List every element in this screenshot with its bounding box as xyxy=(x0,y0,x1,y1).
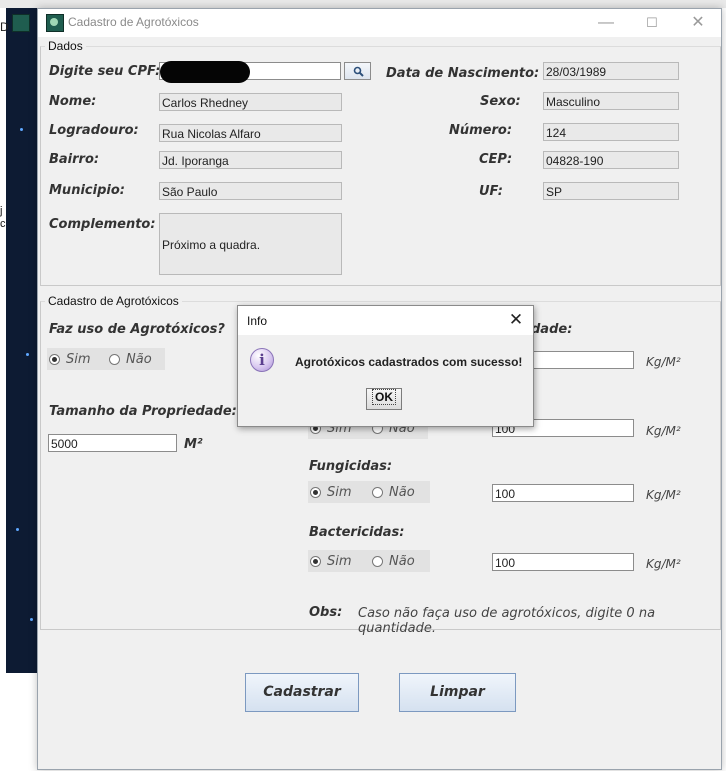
radio-label: Não xyxy=(389,484,415,500)
fungicidas-nao-radio[interactable]: Não xyxy=(372,481,415,503)
window-title: Cadastro de Agrotóxicos xyxy=(68,15,199,29)
cpf-label: Digite seu CPF: xyxy=(49,64,161,79)
dialog-close-button[interactable]: ✕ xyxy=(503,308,529,332)
faz-uso-label: Faz uso de Agrotóxicos? xyxy=(49,322,225,337)
background-window xyxy=(6,8,40,673)
maximize-button[interactable]: ☐ xyxy=(629,9,675,37)
obs-label: Obs: xyxy=(309,605,343,620)
agrotoxicos-legend: Cadastro de Agrotóxicos xyxy=(48,294,179,308)
background-title-letter: D xyxy=(0,20,9,34)
radio-unselected-icon xyxy=(372,555,383,567)
bactericidas-input[interactable]: 100 xyxy=(492,553,634,571)
numero-label: Número: xyxy=(449,123,513,138)
title-bar[interactable]: Cadastro de Agrotóxicos — ☐ ✕ xyxy=(38,9,721,37)
uf-label: UF: xyxy=(479,184,503,199)
logradouro-label: Logradouro: xyxy=(49,123,139,138)
ok-button[interactable]: OK xyxy=(366,388,402,410)
background-app-icon xyxy=(12,14,30,32)
radio-unselected-icon xyxy=(109,353,120,365)
nome-label: Nome: xyxy=(49,94,97,109)
logradouro-field[interactable]: Rua Nicolas Alfaro xyxy=(159,124,342,142)
faz-uso-nao-radio[interactable]: Não xyxy=(109,348,152,370)
dialog-title: Info xyxy=(247,314,268,328)
unit-label-1: Kg/M² xyxy=(646,355,681,369)
nascimento-label: Data de Nascimento: xyxy=(386,66,540,81)
app-icon xyxy=(46,14,64,32)
radio-selected-icon xyxy=(310,555,321,567)
faz-uso-sim-radio[interactable]: Sim xyxy=(49,348,91,370)
unit-label-2: Kg/M² xyxy=(646,424,681,438)
dados-legend: Dados xyxy=(48,39,83,53)
background-star xyxy=(30,618,33,621)
background-text-line: c xyxy=(0,218,6,230)
uf-field[interactable]: SP xyxy=(543,182,679,200)
radio-unselected-icon xyxy=(372,486,383,498)
cep-label: CEP: xyxy=(479,152,513,167)
background-star xyxy=(16,528,19,531)
bairro-label: Bairro: xyxy=(49,152,100,167)
background-star xyxy=(26,353,29,356)
sexo-field[interactable]: Masculino xyxy=(543,92,679,110)
background-text-line: j xyxy=(0,205,3,217)
radio-label: Não xyxy=(389,553,415,569)
radio-label: Sim xyxy=(327,553,352,569)
dialog-title-bar[interactable]: Info ✕ xyxy=(238,306,533,335)
fungicidas-sim-radio[interactable]: Sim xyxy=(310,481,352,503)
search-icon xyxy=(353,66,364,77)
complemento-textarea[interactable]: Próximo a quadra. xyxy=(159,213,342,275)
background-text: j c xyxy=(0,205,6,231)
limpar-button[interactable]: Limpar xyxy=(399,673,516,712)
nome-field[interactable]: Carlos Rhedney xyxy=(159,93,342,111)
background-toolbar xyxy=(0,0,726,8)
tamanho-unit: M² xyxy=(184,437,203,452)
background-star xyxy=(20,128,23,131)
unit-label-4: Kg/M² xyxy=(646,557,681,571)
sexo-label: Sexo: xyxy=(480,94,521,109)
municipio-label: Municipio: xyxy=(49,183,125,198)
redacted-cpf xyxy=(160,61,250,83)
bactericidas-label: Bactericidas: xyxy=(309,525,405,540)
tamanho-label: Tamanho da Propriedade: xyxy=(49,404,237,419)
bairro-field[interactable]: Jd. Iporanga xyxy=(159,151,342,169)
radio-label: Sim xyxy=(66,351,91,367)
cep-field[interactable]: 04828-190 xyxy=(543,151,679,169)
close-button[interactable]: ✕ xyxy=(675,9,721,37)
radio-label: Sim xyxy=(327,484,352,500)
bactericidas-sim-radio[interactable]: Sim xyxy=(310,550,352,572)
cadastrar-button[interactable]: Cadastrar xyxy=(245,673,359,712)
bactericidas-radio-group: Sim Não xyxy=(308,550,430,572)
ok-button-label: OK xyxy=(372,389,396,405)
fungicidas-input[interactable]: 100 xyxy=(492,484,634,502)
tamanho-input[interactable]: 5000 xyxy=(48,434,177,452)
fungicidas-radio-group: Sim Não xyxy=(308,481,430,503)
dialog-message: Agrotóxicos cadastrados com sucesso! xyxy=(295,355,523,369)
info-dialog: Info ✕ i Agrotóxicos cadastrados com suc… xyxy=(237,305,534,427)
radio-selected-icon xyxy=(49,353,60,365)
faz-uso-radio-group: Sim Não xyxy=(47,348,165,370)
search-cpf-button[interactable] xyxy=(344,62,371,80)
fungicidas-label: Fungicidas: xyxy=(309,459,393,474)
municipio-field[interactable]: São Paulo xyxy=(159,182,342,200)
radio-selected-icon xyxy=(310,486,321,498)
nascimento-field[interactable]: 28/03/1989 xyxy=(543,62,679,80)
unit-label-3: Kg/M² xyxy=(646,488,681,502)
obs-text: Caso não faça uso de agrotóxicos, digite… xyxy=(358,606,656,636)
minimize-button[interactable]: — xyxy=(583,9,629,37)
bactericidas-nao-radio[interactable]: Não xyxy=(372,550,415,572)
numero-field[interactable]: 124 xyxy=(543,123,679,141)
info-icon: i xyxy=(250,348,274,372)
radio-label: Não xyxy=(126,351,152,367)
complemento-label: Complemento: xyxy=(49,217,156,232)
